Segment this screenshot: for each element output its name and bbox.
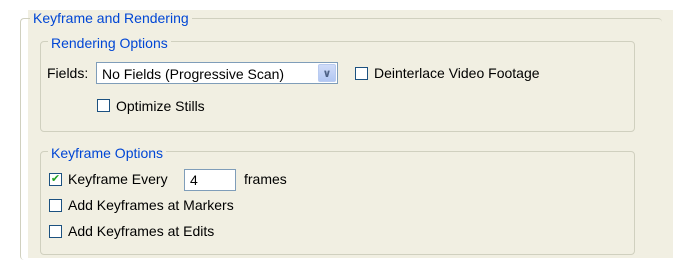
frames-label: frames — [244, 171, 287, 187]
add-keyframes-markers-checkbox[interactable] — [49, 199, 62, 212]
optimize-stills-label[interactable]: Optimize Stills — [116, 97, 205, 115]
keyframe-every-value: 4 — [190, 172, 198, 188]
fields-label: Fields: — [47, 65, 89, 81]
keyframe-rendering-title: Keyframe and Rendering — [30, 10, 192, 26]
add-keyframes-markers-label[interactable]: Add Keyframes at Markers — [68, 196, 234, 214]
fields-dropdown[interactable]: No Fields (Progressive Scan) ∨ — [96, 62, 338, 84]
checkmark-icon: ✔ — [50, 173, 61, 185]
deinterlace-label[interactable]: Deinterlace Video Footage — [374, 64, 540, 82]
optimize-stills-checkbox[interactable] — [97, 99, 110, 112]
deinterlace-checkbox[interactable] — [355, 67, 368, 80]
keyframe-every-input[interactable]: 4 — [184, 169, 236, 191]
keyframe-options-title: Keyframe Options — [48, 145, 167, 161]
add-keyframes-edits-label[interactable]: Add Keyframes at Edits — [68, 222, 214, 240]
rendering-options-title: Rendering Options — [48, 35, 171, 51]
keyframe-every-label[interactable]: Keyframe Every — [68, 170, 168, 188]
rendering-options-group — [40, 41, 635, 132]
add-keyframes-edits-checkbox[interactable] — [49, 225, 62, 238]
fields-dropdown-value: No Fields (Progressive Scan) — [102, 66, 285, 82]
keyframe-every-checkbox[interactable]: ✔ — [49, 173, 62, 186]
chevron-down-icon[interactable]: ∨ — [318, 64, 336, 82]
